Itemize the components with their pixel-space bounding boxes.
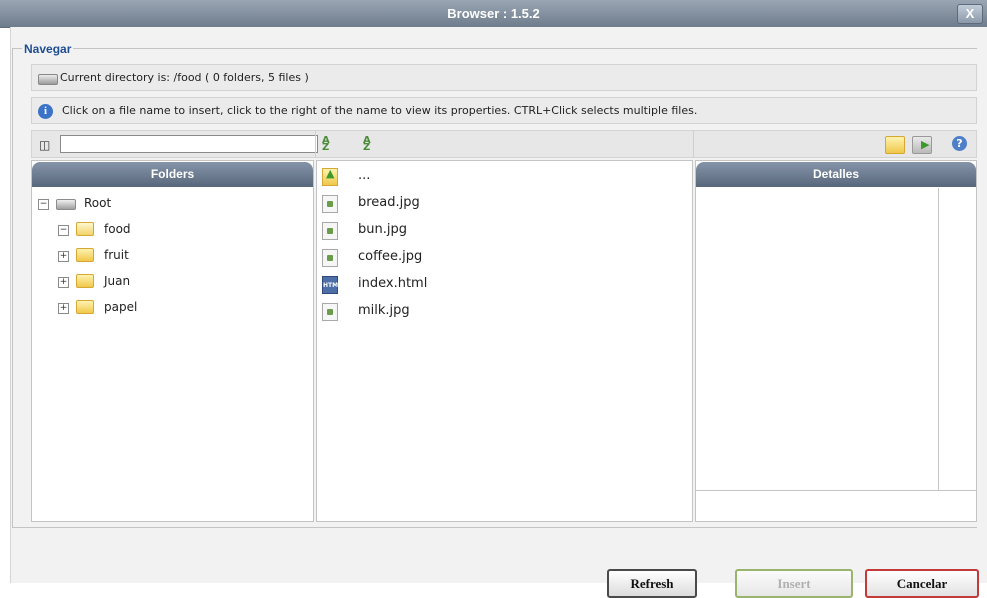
tree-node-label[interactable]: food (104, 222, 131, 236)
drive-icon (38, 74, 58, 85)
tree-node-label[interactable]: fruit (104, 248, 129, 262)
search-input[interactable] (60, 135, 318, 153)
info-text: Click on a file name to insert, click to… (62, 104, 698, 117)
file-name[interactable]: coffee.jpg (358, 249, 422, 264)
binoculars-icon: ◫ (39, 138, 51, 152)
image-file-icon (322, 195, 338, 213)
toolbar: ◫ AZ AZ ▶ ? (31, 130, 977, 158)
current-directory-bar: Current directory is: /food ( 0 folders,… (31, 64, 977, 91)
section-legend: Navegar (22, 42, 74, 56)
folder-icon (76, 248, 94, 262)
file-name[interactable]: milk.jpg (358, 303, 410, 318)
file-row[interactable]: bun.jpg (318, 220, 688, 246)
cancel-button[interactable]: Cancelar (865, 569, 979, 598)
file-row[interactable]: HTML index.html (318, 274, 688, 300)
image-file-icon (322, 249, 338, 267)
help-icon[interactable]: ? (952, 136, 967, 151)
toolbar-separator (315, 131, 316, 157)
move-icon[interactable]: ▶ (912, 136, 932, 154)
collapse-icon[interactable]: − (38, 199, 49, 210)
expand-icon[interactable]: + (58, 251, 69, 262)
html-file-icon: HTML (322, 276, 342, 294)
details-panel-header: Detalles (696, 162, 976, 187)
info-icon: i (38, 104, 53, 119)
current-directory-text: Current directory is: /food ( 0 folders,… (60, 71, 309, 84)
details-preview-area (696, 493, 976, 521)
file-row[interactable]: bread.jpg (318, 193, 688, 219)
folder-icon (76, 274, 94, 288)
insert-button[interactable]: Insert (735, 569, 853, 598)
file-name[interactable]: index.html (358, 276, 427, 291)
file-row[interactable]: milk.jpg (318, 301, 688, 327)
expand-icon[interactable]: + (58, 303, 69, 314)
new-folder-icon[interactable] (885, 136, 905, 154)
info-bar: i Click on a file name to insert, click … (31, 97, 977, 124)
file-row[interactable]: coffee.jpg (318, 247, 688, 273)
window-title: Browser : 1.5.2 (447, 6, 540, 21)
image-file-icon (322, 303, 338, 321)
file-name[interactable]: ... (358, 168, 370, 183)
title-bar: Browser : 1.5.2 X (0, 0, 987, 28)
file-row-up[interactable]: ... (318, 166, 688, 192)
file-name[interactable]: bread.jpg (358, 195, 420, 210)
expand-icon[interactable]: + (58, 277, 69, 288)
sort-descending-icon[interactable]: AZ (363, 136, 379, 153)
folder-icon (76, 300, 94, 314)
image-file-icon (322, 222, 338, 240)
details-divider (696, 490, 976, 491)
tree-node-label[interactable]: Root (84, 196, 111, 210)
file-name[interactable]: bun.jpg (358, 222, 407, 237)
drive-icon (56, 199, 76, 210)
details-properties-area (696, 188, 939, 490)
parent-folder-icon (322, 167, 338, 186)
sort-ascending-icon[interactable]: AZ (322, 136, 338, 153)
close-button[interactable]: X (957, 4, 983, 24)
tree-node-label[interactable]: Juan (104, 274, 130, 288)
tree-node-label[interactable]: papel (104, 300, 137, 314)
open-folder-icon (76, 222, 94, 236)
folders-panel (31, 160, 314, 522)
collapse-icon[interactable]: − (58, 225, 69, 236)
refresh-button[interactable]: Refresh (607, 569, 697, 598)
folders-panel-header: Folders (32, 162, 313, 187)
toolbar-separator (693, 131, 694, 157)
